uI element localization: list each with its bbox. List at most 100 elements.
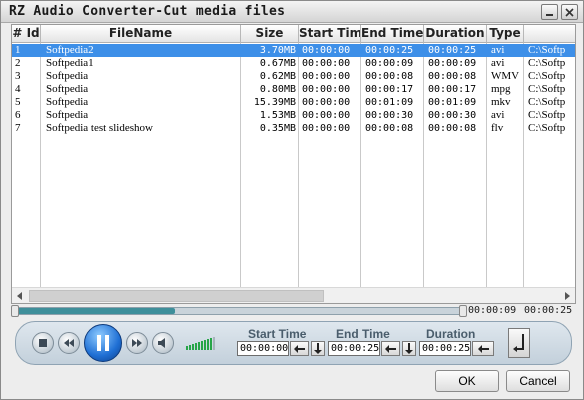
scroll-left-icon <box>17 292 22 300</box>
column-header-size[interactable]: Size <box>241 25 299 43</box>
ok-button[interactable]: OK <box>435 370 499 392</box>
seek-end-handle[interactable] <box>459 305 467 317</box>
converter-dialog: RZ Audio Converter-Cut media files # Id … <box>0 0 584 400</box>
cell-duration: 00:00:08 <box>428 71 477 82</box>
cell-name: Softpedia test slideshow <box>46 122 153 134</box>
rewind-icon <box>64 339 74 347</box>
volume-bar <box>213 337 215 350</box>
volume-bar <box>186 346 188 350</box>
set-end-left-button[interactable] <box>381 341 400 356</box>
stop-button[interactable] <box>32 332 54 354</box>
volume-meter[interactable] <box>186 336 218 350</box>
cell-end: 00:00:08 <box>365 123 414 134</box>
cell-path: C:\Softp <box>528 109 566 121</box>
duration-label: Duration <box>426 327 476 341</box>
table-row[interactable]: 5 Softpedia 15.39MB 00:00:00 00:01:09 00:01:0… <box>12 96 575 109</box>
table-row[interactable]: 4 Softpedia 0.80MB 00:00:00 00:00:17 00:00:17… <box>12 83 575 96</box>
scrollbar-thumb[interactable] <box>29 290 324 302</box>
mute-icon <box>158 338 165 348</box>
end-time-label: End Time <box>336 327 390 341</box>
end-time-field[interactable]: 00:00:25 <box>328 341 380 356</box>
cell-type: avi <box>491 44 505 56</box>
seek-slider[interactable] <box>11 305 467 317</box>
cell-size: 1.53MB <box>259 110 296 121</box>
media-file-list[interactable]: # Id FileName Size Start Time End Time D… <box>11 24 576 304</box>
cell-start: 00:00:00 <box>302 84 351 95</box>
seek-progress <box>12 308 175 314</box>
cell-duration: 00:00:25 <box>428 45 477 56</box>
volume-bar <box>201 341 203 350</box>
cell-type: avi <box>491 109 505 121</box>
cell-type: WMV <box>491 70 520 82</box>
volume-bar <box>207 339 209 350</box>
cell-path: C:\Softp <box>528 70 566 82</box>
volume-bar <box>195 343 197 350</box>
scroll-left-button[interactable] <box>13 289 27 303</box>
cell-name: Softpedia1 <box>46 57 94 69</box>
duration-field[interactable]: 00:00:25 <box>419 341 471 356</box>
column-header-end-time[interactable]: End Time <box>361 25 424 43</box>
cell-type: mkv <box>491 96 511 108</box>
scroll-right-icon <box>565 292 570 300</box>
cell-start: 00:00:00 <box>302 123 351 134</box>
cell-end: 00:00:25 <box>365 45 414 56</box>
cell-name: Softpedia2 <box>46 44 94 56</box>
start-time-field[interactable]: 00:00:00 <box>237 341 289 356</box>
mute-button[interactable] <box>152 332 174 354</box>
cell-path: C:\Softp <box>528 44 566 56</box>
cancel-button[interactable]: Cancel <box>506 370 570 392</box>
cell-name: Softpedia <box>46 70 89 82</box>
set-end-down-button[interactable] <box>402 341 416 356</box>
player-controls: Start Time End Time Duration 00:00:00 00… <box>15 321 572 365</box>
cell-type: avi <box>491 57 505 69</box>
seek-start-handle[interactable] <box>11 305 19 317</box>
cell-duration: 00:00:08 <box>428 123 477 134</box>
cell-id: 4 <box>15 83 21 95</box>
close-button[interactable] <box>561 4 578 20</box>
cell-duration: 00:01:09 <box>428 97 477 108</box>
table-row[interactable]: 7 Softpedia test slideshow 0.35MB 00:00:00 0… <box>12 122 575 135</box>
start-time-label: Start Time <box>248 327 307 341</box>
cell-type: flv <box>491 122 504 134</box>
cell-type: mpg <box>491 83 511 95</box>
set-start-left-button[interactable] <box>290 341 309 356</box>
set-start-down-button[interactable] <box>311 341 325 356</box>
enter-icon <box>513 334 524 352</box>
title-bar[interactable]: RZ Audio Converter-Cut media files <box>1 1 583 23</box>
forward-icon <box>132 339 142 347</box>
volume-bar <box>198 342 200 350</box>
cell-start: 00:00:00 <box>302 45 351 56</box>
column-header-start-time[interactable]: Start Time <box>299 25 361 43</box>
cell-start: 00:00:00 <box>302 97 351 108</box>
column-header-duration[interactable]: Duration <box>424 25 487 43</box>
cell-name: Softpedia <box>46 109 89 121</box>
total-time: 00:00:25 <box>524 305 573 316</box>
cell-path: C:\Softp <box>528 96 566 108</box>
stop-icon <box>39 339 47 347</box>
column-header-filename[interactable]: FileName <box>41 25 241 43</box>
set-duration-left-button[interactable] <box>472 341 494 356</box>
minimize-button[interactable] <box>541 4 558 20</box>
apply-range-button[interactable] <box>508 328 530 358</box>
current-time: 00:00:09 <box>468 305 517 316</box>
table-row[interactable]: 6 Softpedia 1.53MB 00:00:00 00:00:30 00:00:30… <box>12 109 575 122</box>
column-header-type[interactable]: Type <box>487 25 524 43</box>
cell-id: 7 <box>15 122 21 134</box>
table-row[interactable]: 1 Softpedia2 3.70MB 00:00:00 00:00:25 00:00:2… <box>12 44 575 57</box>
volume-bar <box>204 340 206 350</box>
horizontal-scrollbar[interactable] <box>12 287 575 303</box>
cell-start: 00:00:00 <box>302 58 351 69</box>
pause-icon <box>97 335 109 351</box>
rewind-button[interactable] <box>58 332 80 354</box>
pause-button[interactable] <box>84 324 122 362</box>
column-header-id[interactable]: # Id <box>12 25 41 43</box>
column-header-path[interactable] <box>524 25 575 43</box>
table-row[interactable]: 3 Softpedia 0.62MB 00:00:00 00:00:08 00:00:08… <box>12 70 575 83</box>
volume-bar <box>192 344 194 350</box>
window-title: RZ Audio Converter-Cut media files <box>9 4 286 19</box>
scroll-right-button[interactable] <box>560 289 574 303</box>
table-row[interactable]: 2 Softpedia1 0.67MB 00:00:00 00:00:09 00:00:0… <box>12 57 575 70</box>
cell-end: 00:00:09 <box>365 58 414 69</box>
arrow-left-icon <box>477 344 489 353</box>
forward-button[interactable] <box>126 332 148 354</box>
